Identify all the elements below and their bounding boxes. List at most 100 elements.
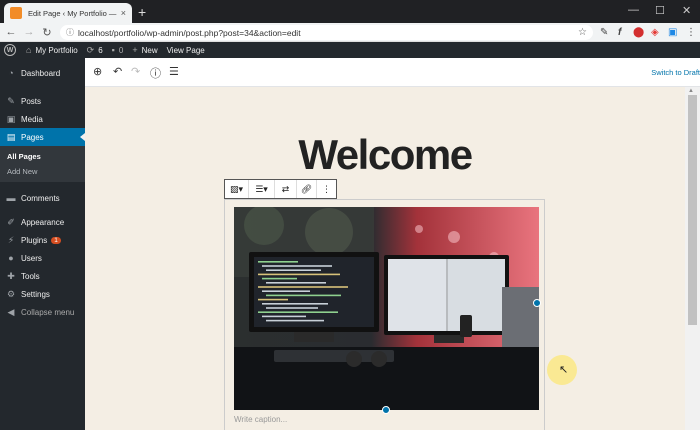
pushpin-icon: ✎ — [7, 95, 15, 106]
photo-illustration — [234, 207, 539, 410]
font-extension-icon[interactable]: f — [618, 27, 621, 38]
alignment-button[interactable]: ☰▾ — [249, 180, 275, 198]
forward-icon[interactable]: → — [22, 26, 36, 38]
desk-monitors-photo[interactable] — [234, 207, 539, 410]
cursor-arrow-icon: ↖ — [559, 364, 569, 376]
replace-image-button[interactable]: ⇄ — [275, 180, 297, 198]
submenu-add-new[interactable]: Add New — [0, 164, 85, 179]
pages-submenu: All Pages Add New — [0, 146, 85, 182]
site-name-link[interactable]: ⌂ My Portfolio — [26, 45, 78, 55]
sidebar-collapse-menu[interactable]: ◀ Collapse menu — [0, 303, 85, 321]
tab-title: Edit Page ‹ My Portfolio — Word — [28, 8, 117, 18]
new-content-link[interactable]: + New — [132, 45, 157, 55]
code-line — [266, 307, 318, 309]
updates-count: 6 — [98, 45, 103, 55]
admin-sidebar: ◔ Dashboard ✎ Posts ▣ Media ▤ Pages All … — [0, 58, 85, 430]
translate-extension-icon[interactable]: ▣ — [668, 27, 677, 38]
comments-link[interactable]: ▪ 0 — [112, 45, 124, 55]
code-line — [258, 261, 298, 263]
plus-icon: + — [132, 45, 138, 55]
media-icon: ▣ — [6, 113, 16, 124]
close-window-button[interactable]: ✕ — [682, 4, 691, 17]
submenu-all-pages[interactable]: All Pages — [0, 149, 85, 164]
sidebar-item-label: Pages — [21, 132, 44, 142]
browser-tab[interactable]: Edit Page ‹ My Portfolio — Word × — [4, 3, 132, 23]
eyedropper-extension-icon[interactable]: ✎ — [600, 27, 608, 38]
sidebar-item-comments[interactable]: ▬ Comments — [0, 189, 85, 207]
editor-header-toolbar: ⊕ ↶ ↷ ⓘ ☰ Switch to Draft — [85, 58, 700, 87]
page-title[interactable]: Welcome — [280, 131, 490, 179]
code-line — [258, 298, 288, 301]
resize-handle-bottom[interactable] — [382, 406, 390, 414]
content-info-icon[interactable]: ⓘ — [150, 65, 161, 81]
scrollbar-thumb[interactable] — [688, 95, 697, 325]
sidebar-item-plugins[interactable]: ⚡ Plugins 1 — [0, 231, 85, 249]
browser-menu-icon[interactable]: ⋮ — [686, 27, 696, 38]
updates-link[interactable]: ⟳ 6 — [87, 45, 103, 56]
resize-handle-right[interactable] — [533, 299, 541, 307]
sidebar-item-label: Settings — [21, 289, 50, 299]
code-line — [262, 277, 297, 280]
code-line — [266, 282, 326, 284]
sidebar-item-label: Dashboard — [21, 68, 61, 78]
wp-admin-bar: W ⌂ My Portfolio ⟳ 6 ▪ 0 + New View Page — [0, 42, 700, 58]
comment-bubble-icon: ▪ — [111, 45, 115, 55]
caption-input[interactable]: Write caption... — [234, 415, 287, 424]
sidebar-item-settings[interactable]: ⚙ Settings — [0, 285, 85, 303]
updates-icon: ⟳ — [86, 44, 95, 55]
minimize-button[interactable]: — — [628, 4, 639, 16]
code-line — [258, 311, 338, 313]
adblock-extension-icon[interactable]: ⬤ — [633, 27, 644, 38]
browser-toolbar: ← → ↻ ⓘ localhost/portfolio/wp-admin/pos… — [0, 23, 700, 42]
code-line — [266, 294, 341, 297]
wrench-icon: ✚ — [7, 270, 15, 281]
plugins-update-badge: 1 — [51, 236, 61, 244]
editor-canvas: Welcome ▨▾ ☰▾ ⇄ 🔗︎ ⋮ Write caption... ↖ — [85, 87, 685, 430]
code-line — [262, 303, 328, 305]
back-icon[interactable]: ← — [4, 26, 18, 38]
bookmark-star-icon[interactable]: ☆ — [578, 27, 587, 38]
extension-icon[interactable]: ◈ — [651, 27, 659, 38]
image-block[interactable]: Write caption... — [224, 199, 545, 430]
paintbrush-icon: ✐ — [7, 216, 15, 227]
dashboard-icon: ◔ — [8, 68, 14, 78]
maximize-button[interactable]: ☐ — [655, 4, 665, 17]
add-block-icon[interactable]: ⊕ — [93, 65, 102, 78]
reload-icon[interactable]: ↻ — [40, 26, 54, 39]
wordpress-favicon-icon — [10, 7, 22, 19]
redo-icon[interactable]: ↷ — [131, 65, 140, 78]
scroll-up-icon[interactable]: ▲ — [688, 88, 694, 94]
address-bar[interactable]: ⓘ localhost/portfolio/wp-admin/post.php?… — [60, 25, 593, 40]
info-icon[interactable]: ⓘ — [66, 27, 74, 38]
sidebar-item-pages[interactable]: ▤ Pages — [0, 128, 85, 146]
image-block-toolbar: ▨▾ ☰▾ ⇄ 🔗︎ ⋮ — [224, 179, 337, 199]
wordpress-logo-icon[interactable]: W — [4, 44, 16, 56]
sidebar-item-users[interactable]: ● Users — [0, 249, 85, 267]
insert-link-icon[interactable]: 🔗︎ — [297, 180, 317, 198]
more-options-icon[interactable]: ⋮ — [317, 180, 336, 198]
collapse-icon: ◀ — [7, 306, 15, 317]
comments-count: 0 — [118, 45, 124, 55]
users-icon: ● — [8, 253, 14, 263]
view-page-link[interactable]: View Page — [167, 46, 205, 55]
sidebar-item-dashboard[interactable]: ◔ Dashboard — [0, 64, 85, 82]
sidebar-item-label: Media — [21, 114, 43, 124]
sidebar-item-tools[interactable]: ✚ Tools — [0, 267, 85, 285]
mouse-cursor-highlight: ↖ — [547, 355, 577, 385]
change-block-type-button[interactable]: ▨▾ — [225, 180, 249, 198]
sidebar-item-media[interactable]: ▣ Media — [0, 110, 85, 128]
new-label: New — [141, 45, 158, 55]
browser-tab-strip: Edit Page ‹ My Portfolio — Word × + — ☐ … — [0, 0, 700, 23]
tab-close-icon[interactable]: × — [121, 8, 126, 18]
sidebar-item-label: Collapse menu — [21, 307, 75, 317]
block-navigation-icon[interactable]: ☰ — [169, 65, 179, 78]
sidebar-item-appearance[interactable]: ✐ Appearance — [0, 213, 85, 231]
settings-icon: ⚙ — [6, 288, 16, 299]
switch-to-draft-button[interactable]: Switch to Draft — [651, 68, 700, 77]
new-tab-button[interactable]: + — [138, 4, 146, 20]
sidebar-item-posts[interactable]: ✎ Posts — [0, 92, 85, 110]
sidebar-item-label: Appearance — [21, 217, 65, 227]
undo-icon[interactable]: ↶ — [113, 65, 122, 78]
editor-scrollbar[interactable]: ▲ — [685, 87, 700, 430]
sidebar-item-label: Plugins — [21, 235, 48, 245]
